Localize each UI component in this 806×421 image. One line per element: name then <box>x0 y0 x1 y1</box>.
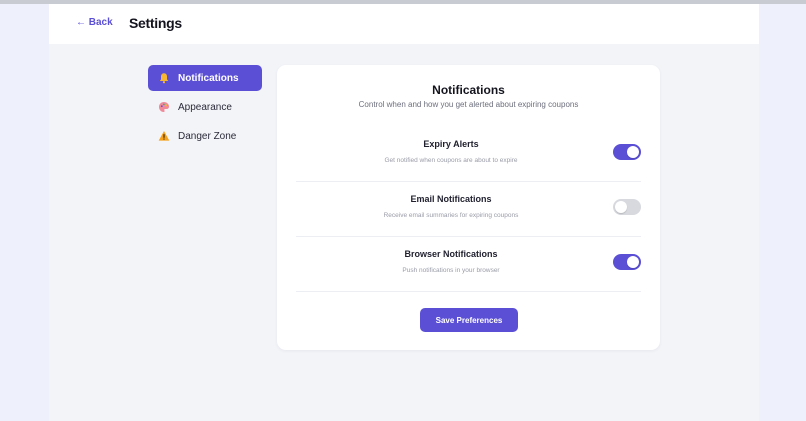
toggle-knob <box>627 146 639 158</box>
setting-title: Expiry Alerts <box>423 139 479 149</box>
app-frame: ← Back Settings Notifications Appearance… <box>49 4 759 421</box>
card-subtitle: Control when and how you get alerted abo… <box>358 100 579 109</box>
page-header: ← Back Settings <box>49 4 759 44</box>
setting-row-email-notifications: Email Notifications Receive email summar… <box>296 182 641 237</box>
card-title: Notifications <box>432 83 505 97</box>
page-title: Settings <box>129 15 182 31</box>
setting-description: Get notified when coupons are about to e… <box>384 157 518 164</box>
save-preferences-button[interactable]: Save Preferences <box>420 308 518 332</box>
toggle-knob <box>615 201 627 213</box>
sidebar-item-danger-zone[interactable]: Danger Zone <box>148 123 262 149</box>
setting-title: Browser Notifications <box>404 249 498 259</box>
expiry-alerts-toggle[interactable] <box>613 144 641 160</box>
setting-description: Receive email summaries for expiring cou… <box>383 212 519 219</box>
back-link[interactable]: ← Back <box>76 17 113 28</box>
setting-row-browser-notifications: Browser Notifications Push notifications… <box>296 237 641 292</box>
notifications-card: Notifications Control when and how you g… <box>277 65 660 350</box>
warning-icon <box>157 130 170 143</box>
bell-icon <box>157 72 170 85</box>
setting-title: Email Notifications <box>410 194 492 204</box>
sidebar-item-label: Notifications <box>178 72 239 84</box>
sidebar-item-notifications[interactable]: Notifications <box>148 65 262 91</box>
browser-notifications-toggle[interactable] <box>613 254 641 270</box>
toggle-knob <box>627 256 639 268</box>
setting-row-expiry-alerts: Expiry Alerts Get notified when coupons … <box>296 127 641 182</box>
sidebar-item-label: Danger Zone <box>178 130 237 142</box>
sidebar-item-appearance[interactable]: Appearance <box>148 94 262 120</box>
email-notifications-toggle[interactable] <box>613 199 641 215</box>
setting-description: Push notifications in your browser <box>402 267 500 274</box>
settings-sidebar: Notifications Appearance Danger Zone <box>148 65 262 152</box>
palette-icon <box>157 101 170 114</box>
sidebar-item-label: Appearance <box>178 101 232 113</box>
